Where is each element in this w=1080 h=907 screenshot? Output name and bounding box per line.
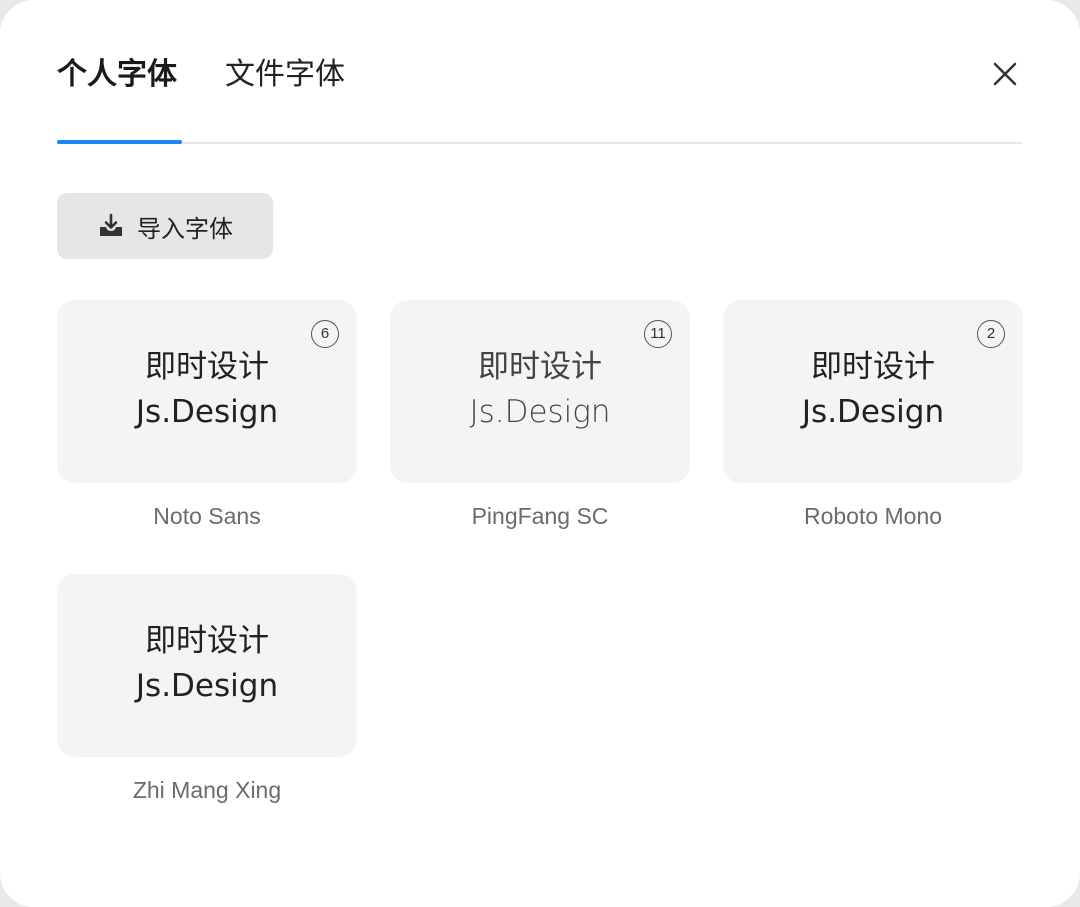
font-item-noto-sans: 6 即时设计 Js.Design Noto Sans	[57, 300, 357, 530]
font-item-pingfang-sc: 11 即时设计 Js.Design PingFang SC	[390, 300, 690, 530]
preview-text-en: Js.Design	[469, 394, 611, 430]
tab-personal-fonts[interactable]: 个人字体	[57, 54, 177, 96]
font-item-zhi-mang-xing: 即时设计 Js.Design Zhi Mang Xing	[57, 574, 357, 804]
preview-text-cn: 即时设计	[145, 349, 269, 385]
download-tray-icon	[100, 213, 122, 236]
usage-count-badge: 11	[644, 320, 672, 348]
preview-text-en: Js.Design	[135, 394, 279, 430]
font-card[interactable]: 6 即时设计 Js.Design	[57, 300, 357, 483]
font-preview: 即时设计 Js.Design	[723, 346, 1023, 436]
usage-count-badge: 6	[311, 320, 339, 348]
preview-text-cn: 即时设计	[145, 623, 269, 659]
tab-file-fonts[interactable]: 文件字体	[225, 54, 345, 96]
font-name-label: Noto Sans	[153, 503, 261, 529]
preview-text-cn: 即时设计	[811, 349, 935, 385]
active-tab-indicator	[57, 140, 182, 144]
import-font-button[interactable]: 导入字体	[57, 193, 273, 259]
font-name-label: PingFang SC	[471, 503, 609, 529]
close-icon	[993, 62, 1017, 86]
font-card[interactable]: 11 即时设计 Js.Design	[390, 300, 690, 483]
font-name-label: Zhi Mang Xing	[132, 777, 282, 803]
font-item-roboto-mono: 2 即时设计 Js.Design Roboto Mono	[723, 300, 1023, 530]
font-manager-dialog: 个人字体 文件字体 导入字体 6 即时设计 Js.Design Noto San…	[0, 0, 1080, 907]
preview-text-en: Js.Design	[801, 394, 945, 430]
close-button[interactable]	[986, 55, 1024, 93]
usage-count-badge: 2	[977, 320, 1005, 348]
preview-text-cn: 即时设计	[478, 349, 602, 385]
import-font-label: 导入字体	[137, 214, 233, 243]
font-preview: 即时设计 Js.Design	[57, 346, 357, 436]
font-preview: 即时设计 Js.Design	[390, 346, 690, 436]
font-card[interactable]: 2 即时设计 Js.Design	[723, 300, 1023, 483]
preview-text-en: Js.Design	[135, 668, 279, 704]
font-card[interactable]: 即时设计 Js.Design	[57, 574, 357, 757]
font-name-label: Roboto Mono	[803, 503, 943, 529]
tab-bar: 个人字体 文件字体	[57, 40, 1022, 144]
font-preview: 即时设计 Js.Design	[57, 620, 357, 710]
